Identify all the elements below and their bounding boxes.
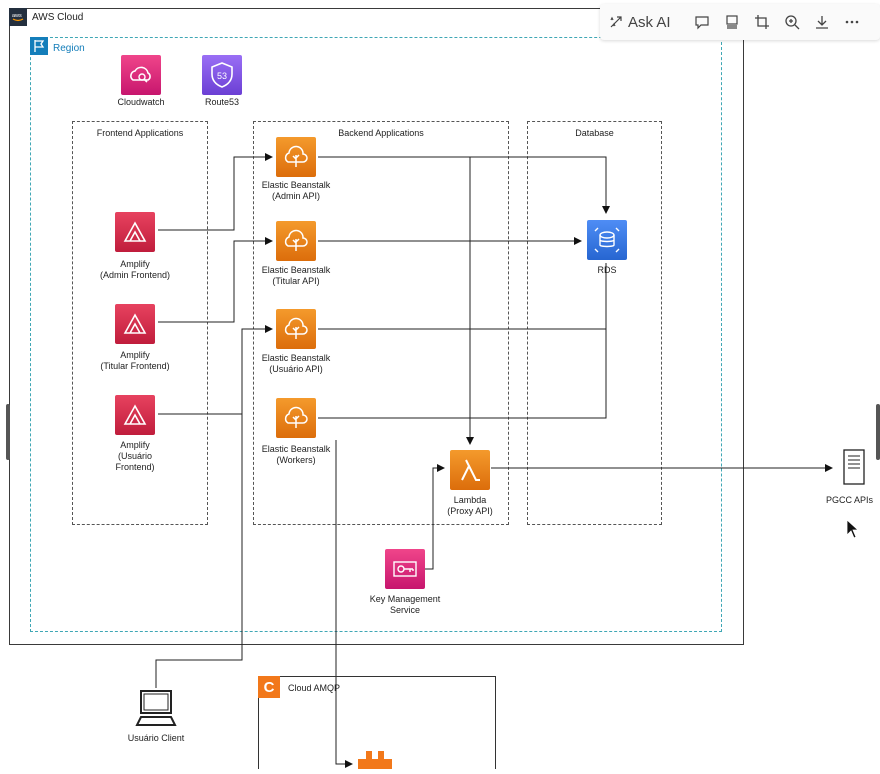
- download-icon: [815, 16, 828, 29]
- edge-usuario-api-to-rds: [318, 263, 607, 330]
- server-icon: [843, 449, 865, 485]
- beanstalk-admin-api-node[interactable]: [276, 137, 316, 177]
- lambda-icon: [461, 459, 480, 481]
- mouse-cursor-icon: [846, 519, 860, 544]
- rds-database-icon: [594, 227, 620, 253]
- amplify-usuario-label-line2: (Usuário: [117, 451, 152, 461]
- route53-shield-icon: 53: [211, 62, 233, 88]
- beanstalk-admin-label-line2: (Admin API): [271, 191, 320, 201]
- crop-icon: [754, 15, 769, 29]
- amplify-titular-label-line1: Amplify: [120, 350, 150, 360]
- amplify-usuario-label-line3: Frontend): [115, 462, 155, 472]
- route53-node[interactable]: 53: [202, 55, 242, 95]
- zoom-in-button[interactable]: [779, 8, 805, 36]
- beanstalk-titular-label-line1: Elastic Beanstalk: [261, 265, 331, 275]
- ask-ai-label: Ask AI: [628, 13, 671, 31]
- beanstalk-workers-label-line1: Elastic Beanstalk: [261, 444, 331, 454]
- amplify-admin-frontend-node[interactable]: [115, 212, 155, 252]
- route53-label: Route53: [204, 97, 240, 107]
- lambda-label: Lambda (Proxy API): [430, 495, 510, 517]
- amplify-icon: [123, 313, 147, 334]
- amplify-usuario-label-line1: Amplify: [120, 440, 150, 450]
- beanstalk-workers-label: Elastic Beanstalk (Workers): [251, 444, 341, 466]
- amplify-titular-label-line2: (Titular Frontend): [100, 361, 170, 371]
- amplify-usuario-frontend-node[interactable]: [115, 395, 155, 435]
- cloudwatch-node[interactable]: [121, 55, 161, 95]
- beanstalk-admin-label-line1: Elastic Beanstalk: [261, 180, 331, 190]
- beanstalk-usuario-api-node[interactable]: [276, 309, 316, 349]
- rds-node[interactable]: [587, 220, 627, 260]
- floating-toolbar: Ask AI: [600, 4, 880, 40]
- present-icon: [725, 15, 738, 29]
- beanstalk-usuario-label: Elastic Beanstalk (Usuário API): [251, 353, 341, 375]
- kms-label: Key Management Service: [355, 594, 455, 616]
- beanstalk-usuario-label-line2: (Usuário API): [269, 364, 323, 374]
- more-icon: [845, 20, 858, 24]
- connector-lines: [155, 153, 833, 768]
- kms-label-line2: Service: [389, 605, 420, 615]
- comment-icon: [694, 16, 709, 30]
- cloudamqp-logo-icon: C: [258, 676, 280, 698]
- rds-label: RDS: [597, 265, 617, 275]
- edge-workers-to-rds: [318, 329, 607, 419]
- amplify-admin-label-line2: (Admin Frontend): [99, 270, 171, 280]
- amplify-admin-label: Amplify (Admin Frontend): [90, 259, 180, 281]
- route53-badge-text: 53: [217, 71, 227, 81]
- amplify-icon: [123, 221, 147, 242]
- beanstalk-titular-label: Elastic Beanstalk (Titular API): [251, 265, 341, 287]
- amplify-usuario-label: Amplify (Usuário Frontend): [90, 440, 180, 473]
- key-management-icon: [393, 561, 417, 577]
- more-button[interactable]: [839, 8, 865, 36]
- ask-ai-button[interactable]: Ask AI: [608, 8, 671, 36]
- pgcc-apis-node[interactable]: [841, 448, 867, 493]
- amplify-titular-label: Amplify (Titular Frontend): [90, 350, 180, 372]
- beanstalk-titular-api-node[interactable]: [276, 221, 316, 261]
- zoom-in-icon: [784, 15, 799, 30]
- beanstalk-admin-label: Elastic Beanstalk (Admin API): [251, 180, 341, 202]
- cloudwatch-label: Cloudwatch: [117, 97, 165, 107]
- rabbitmq-icon[interactable]: [356, 749, 394, 774]
- amplify-icon: [123, 404, 147, 425]
- present-button[interactable]: [719, 8, 745, 36]
- left-resize-handle[interactable]: [6, 404, 10, 460]
- lambda-label-line1: Lambda: [453, 495, 487, 505]
- beanstalk-titular-label-line2: (Titular API): [272, 276, 320, 286]
- elastic-beanstalk-icon: [284, 406, 308, 428]
- amplify-admin-label-line1: Amplify: [120, 259, 150, 269]
- kms-node[interactable]: [385, 549, 425, 589]
- crop-button[interactable]: [749, 8, 775, 36]
- cloudwatch-icon: [130, 66, 151, 83]
- edge-admin-api-to-rds: [318, 156, 610, 214]
- download-button[interactable]: [809, 8, 835, 36]
- pgcc-apis-label: PGCC APIs: [826, 495, 874, 505]
- ask-ai-icon: [610, 16, 622, 28]
- beanstalk-workers-node[interactable]: [276, 398, 316, 438]
- right-resize-handle[interactable]: [876, 404, 880, 460]
- elastic-beanstalk-icon: [284, 317, 308, 339]
- beanstalk-workers-label-line2: (Workers): [276, 455, 316, 465]
- edge-kms-to-lambda: [425, 464, 445, 570]
- lambda-proxy-api-node[interactable]: [450, 450, 490, 490]
- beanstalk-usuario-label-line1: Elastic Beanstalk: [261, 353, 331, 363]
- amplify-titular-frontend-node[interactable]: [115, 304, 155, 344]
- usuario-client-node[interactable]: [135, 689, 177, 734]
- usuario-client-label: Usuário Client: [127, 733, 185, 743]
- elastic-beanstalk-icon: [284, 229, 308, 251]
- cloud-amqp-label: Cloud AMQP: [288, 683, 341, 693]
- computer-icon: [135, 690, 177, 726]
- elastic-beanstalk-icon: [284, 145, 308, 167]
- kms-label-line1: Key Management: [369, 594, 441, 604]
- comment-button[interactable]: [689, 8, 715, 36]
- lambda-label-line2: (Proxy API): [447, 506, 493, 516]
